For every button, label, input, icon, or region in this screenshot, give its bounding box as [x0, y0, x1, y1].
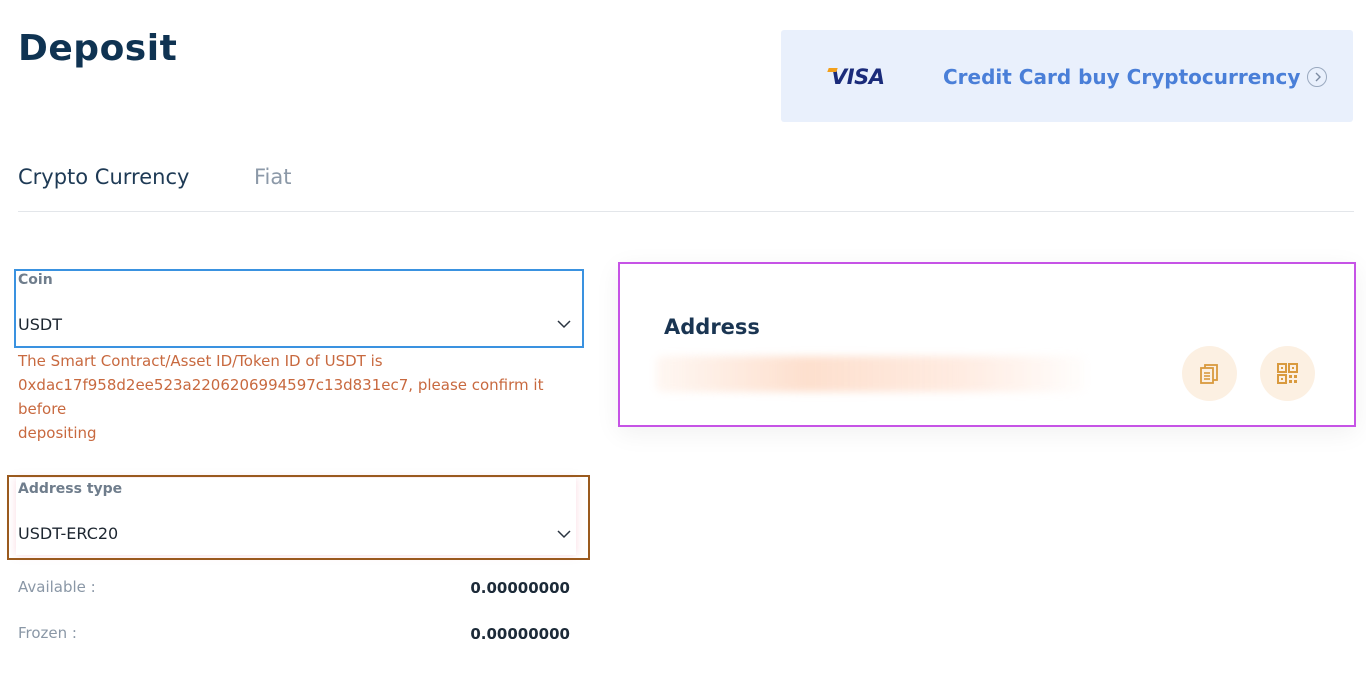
chevron-down-icon[interactable] [557, 319, 571, 329]
frozen-value: 0.00000000 [470, 625, 570, 643]
visa-logo: VISA [827, 65, 885, 89]
address-title: Address [664, 315, 760, 339]
address-type-label: Address type [18, 481, 123, 497]
contract-warning: The Smart Contract/Asset ID/Token ID of … [18, 349, 578, 445]
promo-text: Credit Card buy Cryptocurrency [943, 65, 1301, 89]
address-panel [618, 262, 1356, 427]
coin-value[interactable]: USDT [18, 315, 62, 334]
available-label: Available : [18, 578, 96, 596]
frozen-label: Frozen : [18, 624, 77, 642]
warning-line-1: The Smart Contract/Asset ID/Token ID of … [18, 352, 383, 370]
coin-select[interactable] [14, 269, 584, 348]
qr-code-icon [1277, 363, 1298, 384]
tab-fiat[interactable]: Fiat [254, 165, 292, 189]
chevron-right-circle-icon[interactable] [1307, 67, 1327, 87]
warning-line-3: depositing [18, 424, 97, 442]
blurred-address-value[interactable] [656, 356, 1086, 392]
page-title: Deposit [18, 28, 178, 69]
qr-code-button[interactable] [1260, 346, 1315, 401]
available-value: 0.00000000 [470, 579, 570, 597]
coin-label: Coin [18, 272, 53, 288]
chevron-down-icon[interactable] [557, 529, 571, 539]
visa-logo-accent [827, 68, 838, 72]
warning-line-2: 0xdac17f958d2ee523a2206206994597c13d831e… [18, 376, 544, 418]
address-type-value[interactable]: USDT-ERC20 [18, 524, 118, 543]
visa-logo-text: VISA [831, 65, 885, 89]
credit-card-promo-banner[interactable]: VISA Credit Card buy Cryptocurrency [781, 30, 1353, 122]
copy-icon [1200, 364, 1218, 384]
tabs-divider [18, 211, 1354, 212]
tab-crypto-currency[interactable]: Crypto Currency [18, 165, 189, 189]
deposit-page: Deposit VISA Credit Card buy Cryptocurre… [0, 0, 1366, 691]
copy-address-button[interactable] [1182, 346, 1237, 401]
